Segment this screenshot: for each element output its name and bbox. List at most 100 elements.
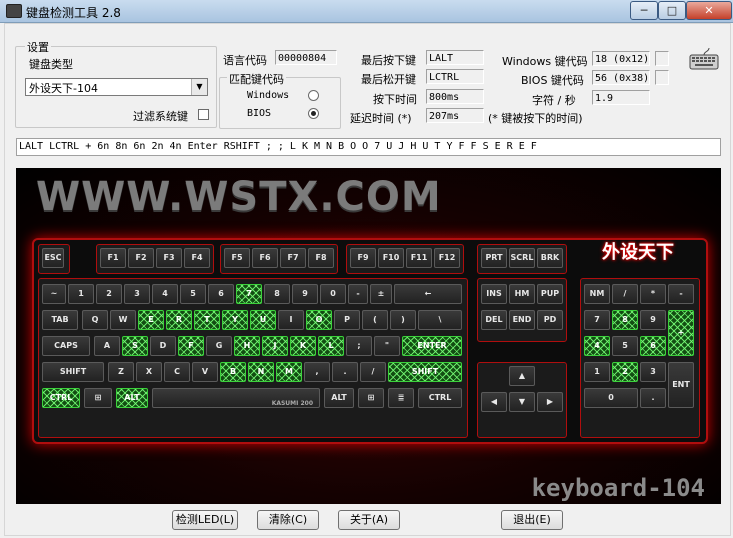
key-n0: 0	[584, 388, 638, 408]
windows-code-value: 18 (0x12)	[592, 51, 650, 66]
key-scrl: SCRL	[509, 248, 535, 268]
key-y: Y	[222, 310, 248, 330]
key-del: DEL	[481, 310, 507, 330]
key-k8: 8	[264, 284, 290, 304]
filter-syskeys-checkbox[interactable]	[198, 109, 209, 120]
key-d: D	[150, 336, 176, 356]
key-k1: 1	[68, 284, 94, 304]
key-i: I	[278, 310, 304, 330]
key-n6: 6	[640, 336, 666, 356]
close-button[interactable]: ✕	[686, 1, 732, 20]
key-k5: 5	[180, 284, 206, 304]
key-n: N	[248, 362, 274, 382]
key-pgup: PUP	[537, 284, 563, 304]
key-f2: F2	[128, 248, 154, 268]
settings-group-label: 设置	[25, 39, 51, 55]
delay-time-label: 延迟时间 (*)	[350, 112, 412, 125]
key-lwin: ⊞	[84, 388, 112, 408]
key-f7: F7	[280, 248, 306, 268]
maximize-button[interactable]: □	[658, 1, 686, 20]
key-f6: F6	[252, 248, 278, 268]
site-watermark: WWW.WSTX.COM	[36, 174, 442, 220]
minimize-button[interactable]: ─	[630, 1, 658, 20]
key-nadd: +	[668, 310, 694, 356]
key-n5: 5	[612, 336, 638, 356]
filter-syskeys-label: 过滤系统键	[133, 110, 188, 123]
key-k3: 3	[124, 284, 150, 304]
windows-radio[interactable]	[308, 90, 319, 101]
key-m: M	[276, 362, 302, 382]
key-ndot: .	[640, 388, 666, 408]
key-lalt: ALT	[116, 388, 148, 408]
key-comma: ,	[304, 362, 330, 382]
keyboard-board: 外设天下 ESC F1 F2 F3 F4 F5 F6 F7 F8 F9 F10 F11 F12 PRT SC…	[32, 238, 708, 444]
key-n9: 9	[640, 310, 666, 330]
key-n7: 7	[584, 310, 610, 330]
key-lshift: SHIFT	[42, 362, 104, 382]
key-k4: 4	[152, 284, 178, 304]
bios-code-extra	[655, 70, 669, 85]
key-n4: 4	[584, 336, 610, 356]
key-period: .	[332, 362, 358, 382]
key-f4: F4	[184, 248, 210, 268]
key-log: LALT LCTRL + 6n 8n 6n 2n 4n Enter RSHIFT…	[16, 138, 721, 156]
about-button[interactable]: 关于(A)	[338, 510, 400, 530]
key-tilde: ~	[42, 284, 66, 304]
key-ndiv: /	[612, 284, 638, 304]
title-bar: 键盘检测工具 2.8 ─ □ ✕	[0, 0, 733, 23]
clear-button[interactable]: 清除(C)	[257, 510, 319, 530]
keyboard-app-icon	[6, 4, 22, 18]
key-b: B	[220, 362, 246, 382]
lang-code-label: 语言代码	[223, 54, 267, 67]
key-o: O	[306, 310, 332, 330]
key-v: V	[192, 362, 218, 382]
key-s: S	[122, 336, 148, 356]
window-title: 键盘检测工具 2.8	[26, 6, 121, 20]
key-home: HM	[509, 284, 535, 304]
key-w: W	[110, 310, 136, 330]
key-c: C	[164, 362, 190, 382]
test-led-button[interactable]: 检测LED(L)	[172, 510, 238, 530]
kbtype-select[interactable]: 外设天下-104 ▼	[25, 78, 208, 96]
key-f: F	[178, 336, 204, 356]
key-right: ▶	[537, 392, 563, 412]
key-l: L	[318, 336, 344, 356]
bios-radio[interactable]	[308, 108, 319, 119]
key-tab: TAB	[42, 310, 78, 330]
bios-code-label: BIOS 键代码	[521, 74, 584, 87]
key-rbr: )	[390, 310, 416, 330]
key-num: NM	[584, 284, 610, 304]
key-e: E	[138, 310, 164, 330]
key-k: K	[290, 336, 316, 356]
key-caps: CAPS	[42, 336, 90, 356]
kbtype-value: 外设天下-104	[29, 82, 98, 95]
key-nent: ENT	[668, 362, 694, 408]
key-lbr: (	[362, 310, 388, 330]
key-minus: -	[348, 284, 368, 304]
match-code-group-label: 匹配键代码	[227, 71, 286, 87]
key-k0: 0	[320, 284, 346, 304]
key-n8: 8	[612, 310, 638, 330]
key-bsl: \	[418, 310, 462, 330]
kbtype-label: 键盘类型	[29, 58, 73, 71]
key-space: KASUMI 200	[152, 388, 320, 408]
key-u: U	[250, 310, 276, 330]
windows-code-label: Windows 键代码	[502, 55, 588, 68]
exit-button[interactable]: 退出(E)	[501, 510, 563, 530]
key-x: X	[136, 362, 162, 382]
key-n3: 3	[640, 362, 666, 382]
key-quote: "	[374, 336, 400, 356]
model-watermark: keyboard-104	[531, 474, 705, 502]
windows-radio-label: Windows	[247, 90, 290, 101]
key-prt: PRT	[481, 248, 507, 268]
key-f5: F5	[224, 248, 250, 268]
press-time-label: 按下时间	[373, 93, 417, 106]
key-bksp: ←	[394, 284, 462, 304]
delay-note: (* 键被按下的时间)	[488, 112, 583, 125]
key-k2: 2	[96, 284, 122, 304]
key-z: Z	[108, 362, 134, 382]
key-enter: ENTER	[402, 336, 462, 356]
delay-time-value: 207ms	[426, 108, 484, 123]
chevron-down-icon[interactable]: ▼	[191, 79, 207, 95]
key-f9: F9	[350, 248, 376, 268]
